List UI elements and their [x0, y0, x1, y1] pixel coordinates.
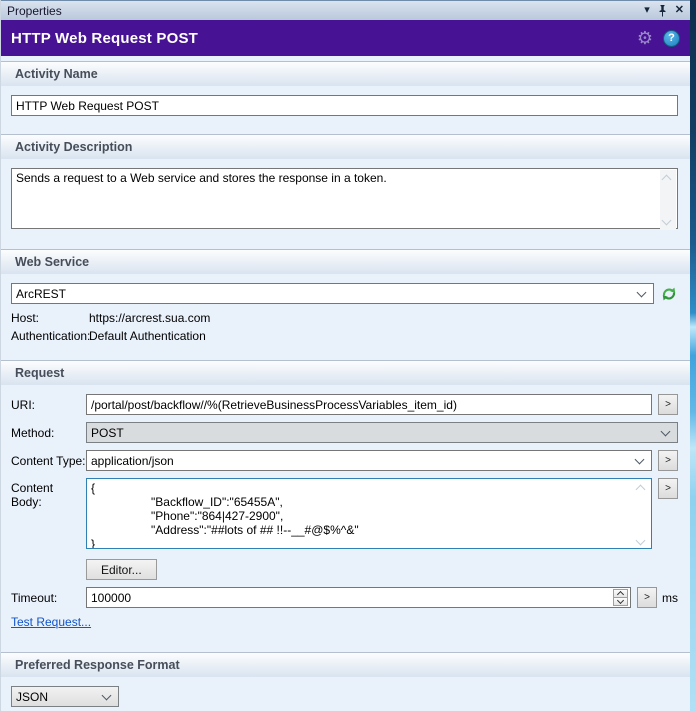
- chevron-down-icon: [635, 454, 645, 464]
- authentication-value: Default Authentication: [89, 329, 206, 343]
- activity-header: HTTP Web Request POST ⚙ ?: [1, 20, 690, 56]
- content-type-value: application/json: [91, 454, 636, 468]
- pin-icon[interactable]: [658, 5, 667, 17]
- method-selected: POST: [91, 426, 662, 440]
- section-request-label: Request: [15, 366, 64, 380]
- response-format-dropdown[interactable]: JSON: [11, 686, 119, 707]
- host-label: Host:: [11, 311, 89, 325]
- activity-name-input[interactable]: [11, 95, 678, 116]
- timeout-input[interactable]: [86, 587, 631, 608]
- uri-input[interactable]: [86, 394, 652, 415]
- timeout-label: Timeout:: [11, 591, 86, 605]
- gear-icon[interactable]: ⚙: [637, 29, 653, 47]
- content-body-label: Content Body:: [11, 478, 86, 509]
- section-activity-name: Activity Name: [1, 61, 690, 86]
- section-activity-description: Activity Description: [1, 134, 690, 159]
- content-body-token-button[interactable]: >: [658, 478, 678, 499]
- timeout-spinner[interactable]: [613, 589, 628, 606]
- timeout-unit-label: ms: [662, 591, 678, 605]
- chevron-down-icon: [102, 690, 112, 700]
- activity-description-textarea[interactable]: Sends a request to a Web service and sto…: [11, 168, 678, 229]
- authentication-label: Authentication:: [11, 329, 89, 343]
- chevron-down-icon: [637, 287, 647, 297]
- window-title: Properties: [7, 4, 644, 18]
- content-body-textarea[interactable]: { "Backflow_ID":"65455A", "Phone":"864|4…: [86, 478, 652, 549]
- section-web-service-label: Web Service: [15, 255, 89, 269]
- content-type-combobox[interactable]: application/json: [86, 450, 652, 471]
- section-request: Request: [1, 360, 690, 385]
- method-dropdown[interactable]: POST: [86, 422, 678, 443]
- background-window-edge: [690, 0, 696, 711]
- web-service-dropdown[interactable]: ArcREST: [11, 283, 654, 304]
- chevron-down-icon: [661, 426, 671, 436]
- editor-button[interactable]: Editor...: [86, 559, 157, 580]
- window-menu-icon[interactable]: ▾: [644, 5, 650, 16]
- content-body-scrollbar[interactable]: [634, 480, 650, 550]
- section-activity-name-label: Activity Name: [15, 67, 98, 81]
- properties-panel: Properties ▾ ✕ HTTP Web Request POST ⚙ ?…: [0, 0, 690, 711]
- section-preferred-response-format-label: Preferred Response Format: [15, 658, 180, 672]
- section-preferred-response-format: Preferred Response Format: [1, 652, 690, 677]
- window-titlebar: Properties ▾ ✕: [1, 0, 690, 20]
- description-scrollbar[interactable]: [660, 170, 676, 230]
- test-request-link[interactable]: Test Request...: [11, 615, 91, 629]
- scroll-down-icon[interactable]: [662, 216, 672, 226]
- activity-header-title: HTTP Web Request POST: [11, 30, 637, 47]
- help-icon[interactable]: ?: [663, 30, 680, 47]
- uri-token-button[interactable]: >: [658, 394, 678, 415]
- close-icon[interactable]: ✕: [675, 5, 684, 16]
- scroll-down-icon[interactable]: [636, 536, 646, 546]
- timeout-token-button[interactable]: >: [637, 587, 657, 608]
- section-activity-description-label: Activity Description: [15, 140, 132, 154]
- response-format-selected: JSON: [16, 690, 103, 704]
- content-type-label: Content Type:: [11, 454, 86, 468]
- section-web-service: Web Service: [1, 249, 690, 274]
- web-service-selected: ArcREST: [16, 287, 638, 301]
- refresh-icon[interactable]: [660, 285, 678, 303]
- spinner-down-icon[interactable]: [613, 598, 628, 606]
- scroll-up-icon[interactable]: [662, 175, 672, 185]
- host-value: https://arcrest.sua.com: [89, 311, 210, 325]
- uri-label: URI:: [11, 398, 86, 412]
- content-type-token-button[interactable]: >: [658, 450, 678, 471]
- method-label: Method:: [11, 426, 86, 440]
- scroll-up-icon[interactable]: [636, 485, 646, 495]
